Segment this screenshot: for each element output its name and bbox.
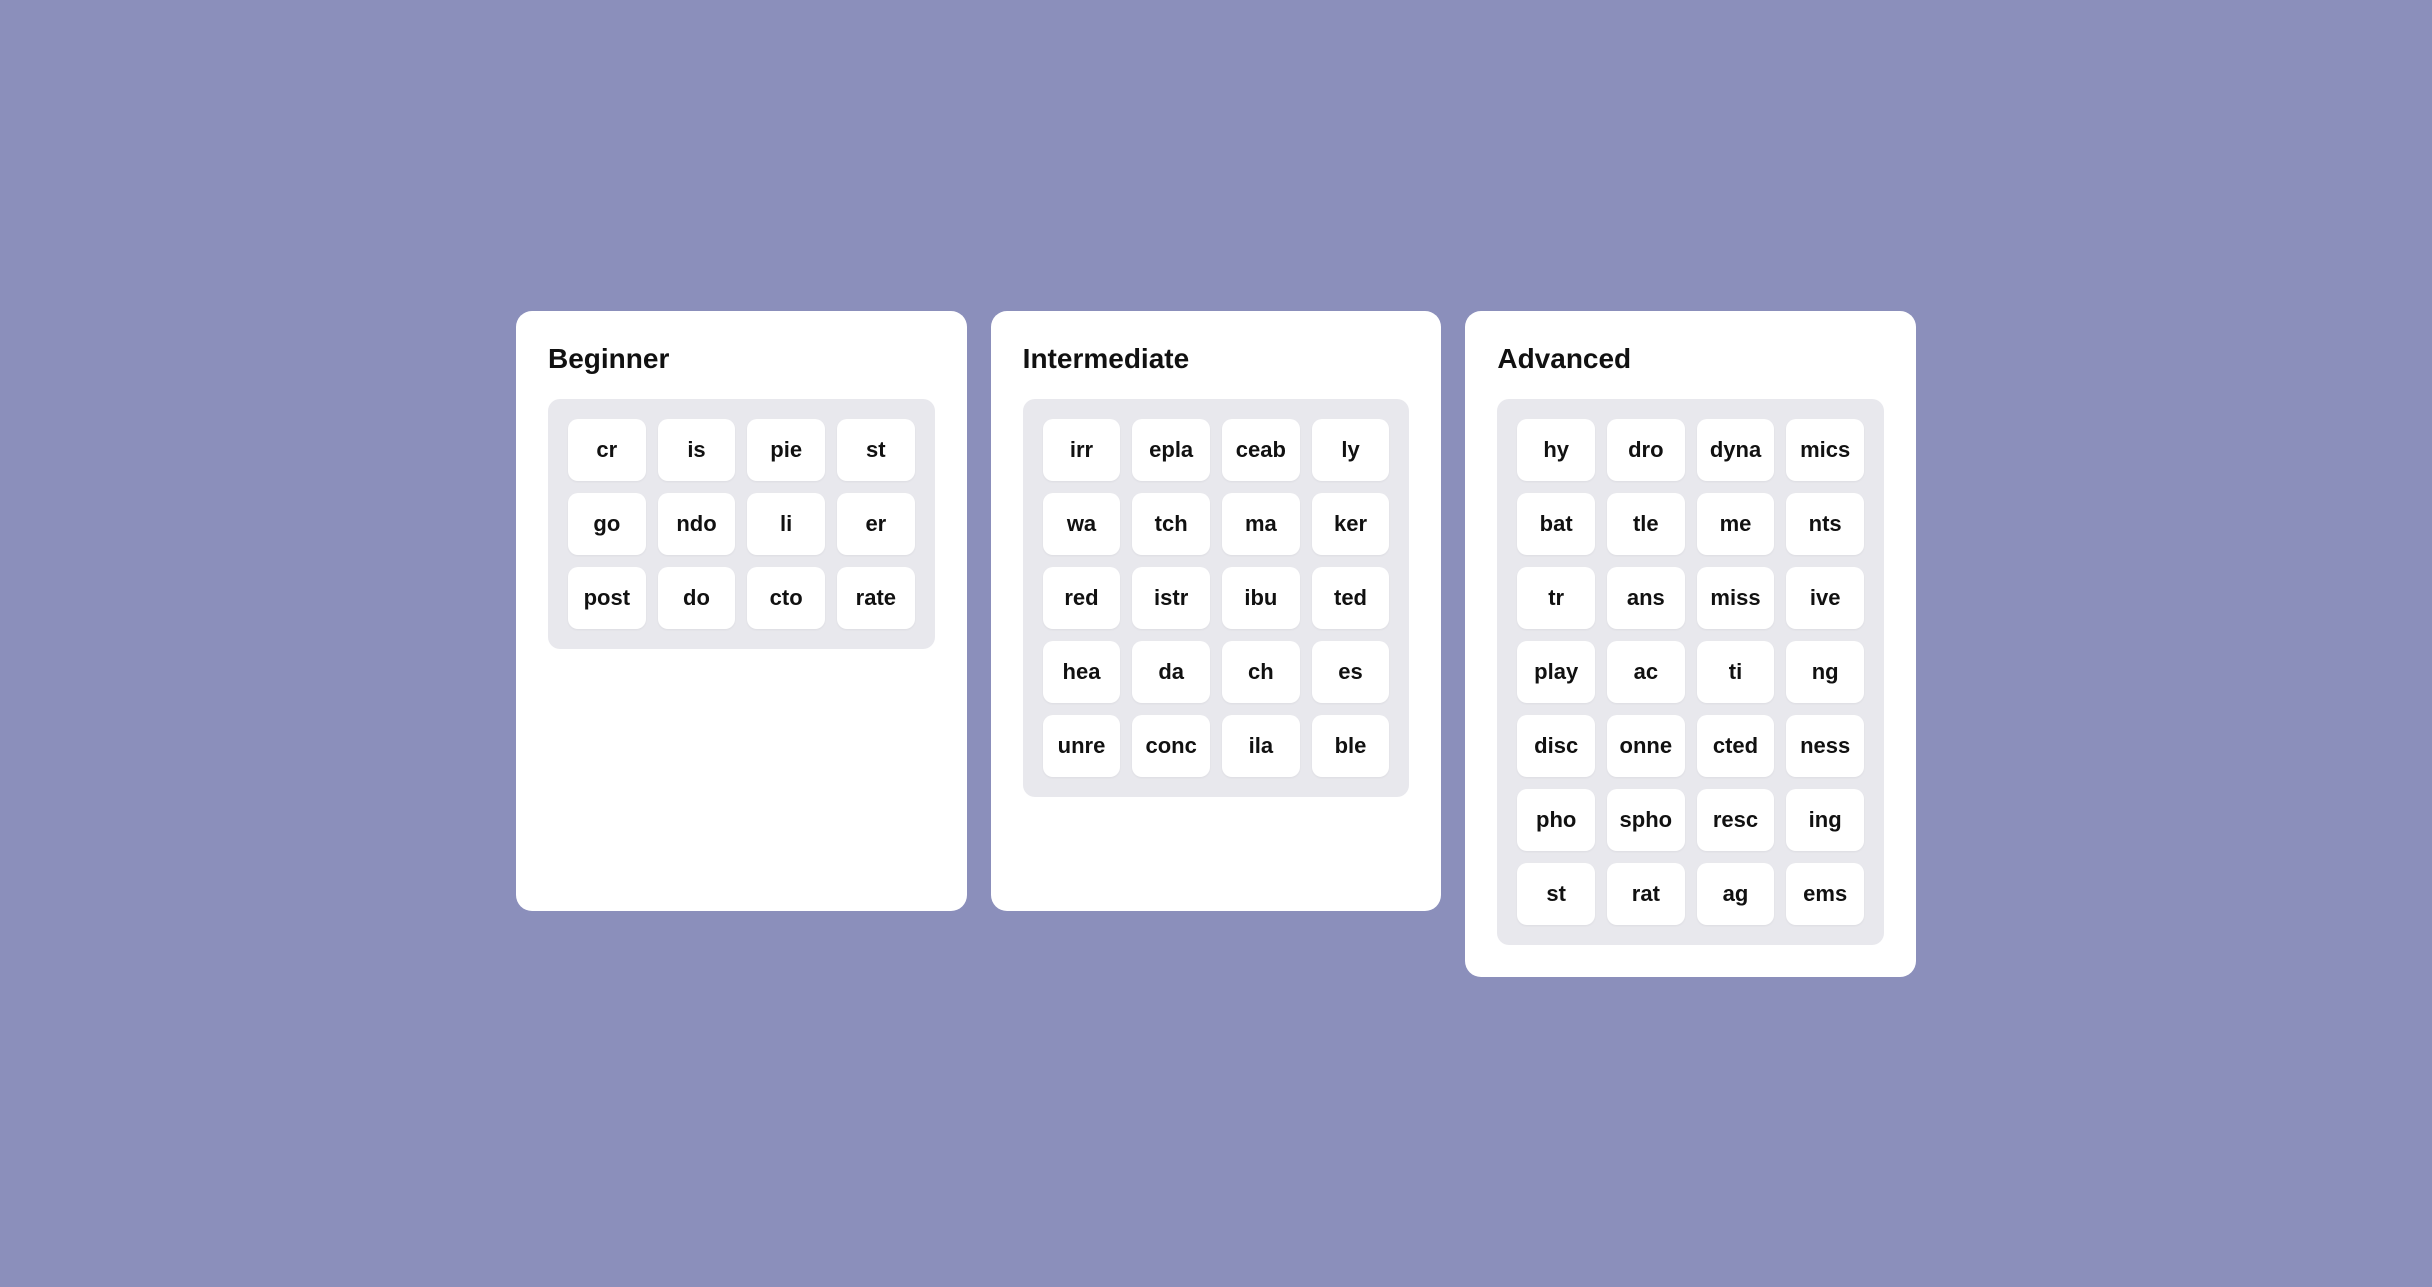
tile-intermediate-13[interactable]: da <box>1132 641 1210 703</box>
tile-advanced-9[interactable]: ans <box>1607 567 1685 629</box>
tile-advanced-20[interactable]: pho <box>1517 789 1595 851</box>
tile-advanced-15[interactable]: ng <box>1786 641 1864 703</box>
tile-grid-intermediate: irreplaceably watchmaker redistributed head… <box>1043 419 1390 777</box>
tile-advanced-1[interactable]: dro <box>1607 419 1685 481</box>
tile-advanced-18[interactable]: cted <box>1697 715 1775 777</box>
tile-intermediate-14[interactable]: ch <box>1222 641 1300 703</box>
tile-advanced-4[interactable]: bat <box>1517 493 1595 555</box>
tile-advanced-12[interactable]: play <box>1517 641 1595 703</box>
tile-grid-advanced: hydrodynamics battlements transmissive play… <box>1517 419 1864 925</box>
tile-intermediate-17[interactable]: conc <box>1132 715 1210 777</box>
tile-advanced-24[interactable]: st <box>1517 863 1595 925</box>
tile-intermediate-8[interactable]: red <box>1043 567 1121 629</box>
tile-beginner-2[interactable]: pie <box>747 419 825 481</box>
grid-container-intermediate: irreplaceably watchmaker redistributed head… <box>1023 399 1410 797</box>
tile-beginner-8[interactable]: post <box>568 567 646 629</box>
tile-beginner-11[interactable]: rate <box>837 567 915 629</box>
title-advanced: Advanced <box>1497 343 1884 375</box>
tile-beginner-0[interactable]: cr <box>568 419 646 481</box>
tile-intermediate-10[interactable]: ibu <box>1222 567 1300 629</box>
tile-advanced-7[interactable]: nts <box>1786 493 1864 555</box>
tile-intermediate-6[interactable]: ma <box>1222 493 1300 555</box>
tile-intermediate-9[interactable]: istr <box>1132 567 1210 629</box>
tile-beginner-10[interactable]: cto <box>747 567 825 629</box>
tile-advanced-0[interactable]: hy <box>1517 419 1595 481</box>
tile-advanced-14[interactable]: ti <box>1697 641 1775 703</box>
tile-grid-beginner: crispiest gondolier postdoctorate <box>568 419 915 629</box>
card-advanced: Advanced hydrodynamics battlements transmis… <box>1465 311 1916 977</box>
tile-beginner-3[interactable]: st <box>837 419 915 481</box>
tile-intermediate-18[interactable]: ila <box>1222 715 1300 777</box>
grid-container-advanced: hydrodynamics battlements transmissive play… <box>1497 399 1884 945</box>
tile-beginner-7[interactable]: er <box>837 493 915 555</box>
tile-advanced-22[interactable]: resc <box>1697 789 1775 851</box>
tile-advanced-23[interactable]: ing <box>1786 789 1864 851</box>
tile-advanced-26[interactable]: ag <box>1697 863 1775 925</box>
tile-advanced-11[interactable]: ive <box>1786 567 1864 629</box>
tile-advanced-13[interactable]: ac <box>1607 641 1685 703</box>
tile-beginner-9[interactable]: do <box>658 567 736 629</box>
title-intermediate: Intermediate <box>1023 343 1410 375</box>
tile-beginner-1[interactable]: is <box>658 419 736 481</box>
tile-beginner-4[interactable]: go <box>568 493 646 555</box>
tile-advanced-2[interactable]: dyna <box>1697 419 1775 481</box>
tile-intermediate-0[interactable]: irr <box>1043 419 1121 481</box>
tile-intermediate-3[interactable]: ly <box>1312 419 1390 481</box>
tile-intermediate-5[interactable]: tch <box>1132 493 1210 555</box>
tile-intermediate-12[interactable]: hea <box>1043 641 1121 703</box>
grid-container-beginner: crispiest gondolier postdoctorate <box>548 399 935 649</box>
tile-advanced-25[interactable]: rat <box>1607 863 1685 925</box>
tile-intermediate-15[interactable]: es <box>1312 641 1390 703</box>
tile-beginner-5[interactable]: ndo <box>658 493 736 555</box>
tile-intermediate-11[interactable]: ted <box>1312 567 1390 629</box>
card-intermediate: Intermediate irreplaceably watchmaker redis… <box>991 311 1442 911</box>
tile-advanced-6[interactable]: me <box>1697 493 1775 555</box>
tile-intermediate-19[interactable]: ble <box>1312 715 1390 777</box>
tile-advanced-19[interactable]: ness <box>1786 715 1864 777</box>
title-beginner: Beginner <box>548 343 935 375</box>
tile-advanced-8[interactable]: tr <box>1517 567 1595 629</box>
tile-intermediate-7[interactable]: ker <box>1312 493 1390 555</box>
tile-advanced-10[interactable]: miss <box>1697 567 1775 629</box>
tile-beginner-6[interactable]: li <box>747 493 825 555</box>
card-beginner: Beginner crispiest gondolier postdoctorate <box>516 311 967 911</box>
main-container: BeginnercrispiestgondolierpostdoctorateI… <box>516 311 1916 977</box>
tile-advanced-27[interactable]: ems <box>1786 863 1864 925</box>
tile-advanced-16[interactable]: disc <box>1517 715 1595 777</box>
tile-intermediate-2[interactable]: ceab <box>1222 419 1300 481</box>
tile-intermediate-4[interactable]: wa <box>1043 493 1121 555</box>
tile-advanced-17[interactable]: onne <box>1607 715 1685 777</box>
tile-advanced-3[interactable]: mics <box>1786 419 1864 481</box>
tile-intermediate-16[interactable]: unre <box>1043 715 1121 777</box>
tile-advanced-5[interactable]: tle <box>1607 493 1685 555</box>
tile-intermediate-1[interactable]: epla <box>1132 419 1210 481</box>
tile-advanced-21[interactable]: spho <box>1607 789 1685 851</box>
